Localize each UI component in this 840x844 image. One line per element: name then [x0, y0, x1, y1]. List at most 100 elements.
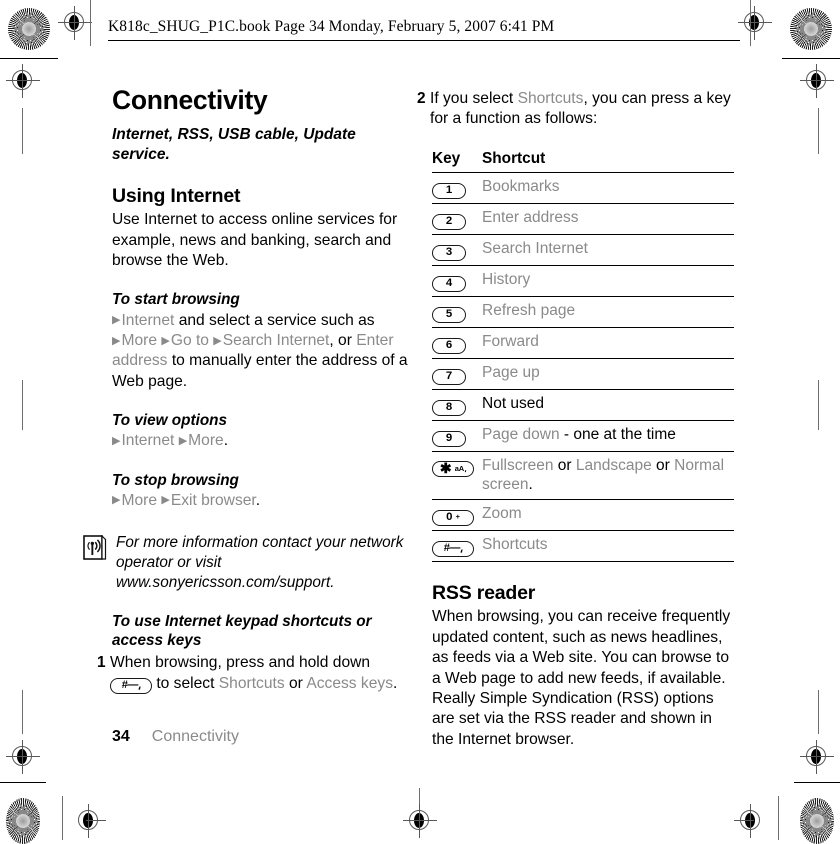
step-text-2: , or: [329, 332, 352, 350]
step-body: If you select Shortcuts, you can press a…: [430, 89, 732, 130]
shortcut-text-segment: Fullscreen: [482, 456, 554, 474]
table-cell-key: 5: [432, 296, 482, 328]
column-header-key: Key: [432, 148, 482, 173]
shortcut-text-segment: .: [528, 476, 533, 494]
table-row: ✱ aA ⸲ Fullscreen or Landscape or Normal …: [432, 451, 734, 500]
menu-item-shortcuts: Shortcuts: [517, 90, 584, 107]
table-row: 6 Forward: [432, 327, 734, 359]
shortcut-label: Enter address: [482, 208, 579, 226]
numbered-step-2: 2 If you select Shortcuts, you can press…: [417, 89, 732, 130]
shortcut-suffix: - one at the time: [559, 425, 676, 443]
section-title-using-internet: Using Internet: [112, 184, 241, 207]
table-cell-shortcut: Bookmarks: [482, 172, 734, 204]
table-row: 5 Refresh page: [432, 296, 734, 328]
right-column: 2 If you select Shortcuts, you can press…: [417, 86, 734, 750]
table-cell-shortcut: Shortcuts: [482, 530, 734, 562]
step-text-1: When browsing, press and hold down: [110, 654, 371, 672]
number-key-glyph: 7: [432, 368, 466, 385]
table-cell-key: 6: [432, 327, 482, 359]
shortcut-text-segment: or: [651, 456, 675, 474]
table-cell-key: 3: [432, 234, 482, 266]
hash-key-glyph: #—⸲: [110, 677, 152, 694]
shortcut-label: Refresh page: [482, 301, 576, 319]
table-cell-key: 1: [432, 172, 482, 204]
procedure-steps-view-options: ▶Internet ▶More.: [112, 431, 412, 451]
procedure-heading-keypad-shortcuts: To use Internet keypad shortcuts or acce…: [112, 612, 372, 650]
table-cell-shortcut: Fullscreen or Landscape or Normal screen…: [482, 451, 734, 500]
number-key-glyph: 6: [432, 337, 466, 354]
number-key-glyph: 1: [432, 182, 466, 199]
step-number: 1: [97, 654, 106, 672]
table-cell-key: 4: [432, 265, 482, 297]
table-row: 3 Search Internet: [432, 234, 734, 266]
table-cell-shortcut: Search Internet: [482, 234, 734, 266]
table-cell-shortcut: Zoom: [482, 499, 734, 531]
step-text-1: If you select: [430, 90, 514, 107]
menu-item-access-keys: Access keys: [306, 674, 394, 692]
note-box: For more information contact your networ…: [83, 533, 412, 593]
table-cell-shortcut: Enter address: [482, 203, 734, 235]
table-cell-key: 0 +: [432, 499, 482, 531]
menu-item-more: More: [188, 432, 224, 450]
step-number: 2: [417, 90, 426, 107]
table-row: 1 Bookmarks: [432, 172, 734, 204]
signal-antenna-icon: [83, 534, 107, 561]
procedure-heading-start-browsing: To start browsing: [112, 291, 240, 309]
menu-arrow-icon: ▶: [161, 334, 170, 347]
section-intro-text: Use Internet to access online services f…: [112, 211, 398, 270]
shortcut-label: History: [482, 270, 531, 288]
menu-item-go-to: Go to: [170, 332, 209, 350]
menu-item-shortcuts: Shortcuts: [218, 674, 285, 692]
table-cell-key: 7: [432, 358, 482, 390]
step-body: When browsing, press and hold down #—⸲ t…: [110, 653, 412, 694]
shortcut-label: Bookmarks: [482, 177, 560, 195]
shortcut-label: Search Internet: [482, 239, 588, 257]
menu-item-search-internet: Search Internet: [222, 332, 330, 350]
table-row: 2 Enter address: [432, 203, 734, 235]
shortcut-text-segment: Landscape: [575, 456, 652, 474]
table-cell-key: ✱ aA ⸲: [432, 451, 482, 500]
menu-arrow-icon: ▶: [178, 434, 188, 447]
table-row: 4 History: [432, 265, 734, 297]
shortcut-label: Zoom: [482, 504, 522, 522]
menu-arrow-icon: ▶: [161, 494, 170, 507]
menu-item-internet: Internet: [121, 432, 175, 450]
chapter-title: Connectivity: [112, 85, 268, 115]
shortcut-label: Forward: [482, 332, 539, 350]
table-cell-shortcut: Page up: [482, 358, 734, 390]
table-row: 0 + Zoom: [432, 499, 734, 531]
table-cell-key: 8: [432, 389, 482, 421]
menu-arrow-icon: ▶: [213, 334, 222, 347]
table-row: 8 Not used: [432, 389, 734, 421]
page-content: Connectivity Internet, RSS, USB cable, U…: [0, 0, 840, 840]
procedure-heading-stop-browsing: To stop browsing: [112, 471, 239, 489]
number-key-glyph: 5: [432, 306, 466, 323]
sentence-period: .: [255, 491, 261, 509]
table-cell-shortcut: Not used: [482, 389, 734, 421]
sentence-period: .: [223, 432, 229, 450]
zero-key-glyph: 0 +: [432, 509, 474, 526]
table-cell-shortcut: Forward: [482, 327, 734, 359]
column-header-shortcut: Shortcut: [482, 148, 734, 173]
table-cell-key: #—⸲: [432, 530, 482, 562]
menu-item-internet: Internet: [121, 311, 175, 329]
section-title-rss-reader: RSS reader: [432, 581, 536, 604]
number-key-glyph: 3: [432, 244, 466, 261]
page-footer: 34 Connectivity: [112, 728, 239, 746]
shortcut-label: Page up: [482, 363, 540, 381]
hash-key-glyph: #—⸲: [432, 540, 474, 557]
shortcut-text-segment: or: [553, 456, 576, 474]
table-cell-key: 9: [432, 420, 482, 452]
number-key-glyph: 8: [432, 399, 466, 416]
sentence-period: .: [393, 674, 398, 692]
shortcut-label: Page down: [482, 425, 560, 443]
menu-item-more: More: [121, 491, 157, 509]
procedure-steps-stop-browsing: ▶More ▶Exit browser.: [112, 491, 412, 511]
step-text-1: and select a service such as: [178, 311, 375, 329]
menu-item-exit-browser: Exit browser: [170, 491, 256, 509]
table-header-row: Key Shortcut: [432, 148, 734, 173]
numbered-step-1: 1 When browsing, press and hold down #—⸲…: [97, 653, 412, 694]
number-key-glyph: 9: [432, 430, 466, 447]
menu-item-more: More: [121, 332, 157, 350]
chapter-subtitle: Internet, RSS, USB cable, Update service…: [112, 126, 356, 163]
